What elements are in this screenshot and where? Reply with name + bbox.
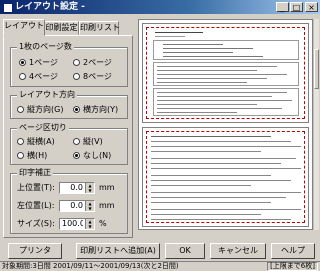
maximize-button[interactable]: □ <box>290 2 303 12</box>
status-period-text: 対象期間:3日間 2001/09/11〜2001/09/13(次と2日間) <box>2 262 179 270</box>
tab-print-settings[interactable]: 印刷設定 <box>44 21 79 35</box>
left-position-label: 左位置(L): <box>17 201 55 210</box>
size-spinbox[interactable]: ▲▼ <box>59 218 95 230</box>
radio-indicator <box>73 106 80 113</box>
radio-2-pages[interactable]: 2ページ <box>73 57 112 68</box>
radio-1-page[interactable]: 1ページ <box>19 57 58 68</box>
pages-per-sheet-legend: 1枚のページ数 <box>17 42 74 52</box>
preview-scrollbar[interactable] <box>313 19 319 230</box>
layout-direction-legend: レイアウト方向 <box>17 90 77 100</box>
print-correction-group: 印字補正 上位置(T): ▲▼ mm 左位置(L): ▲▼ mm サイズ(S):… <box>10 168 128 234</box>
top-position-label: 上位置(T): <box>17 183 55 192</box>
left-position-input[interactable] <box>60 201 85 211</box>
radio-4-pages[interactable]: 4ページ <box>19 71 58 82</box>
scrollbar-thumb[interactable] <box>314 49 319 89</box>
status-remaining-sheets: [上限まで6枚] <box>267 262 318 271</box>
radio-indicator <box>17 152 24 159</box>
cancel-button[interactable]: キャンセル <box>210 243 266 259</box>
radio-label: 横方向(Y) <box>83 105 119 114</box>
top-position-spin-arrows[interactable]: ▲ ▼ <box>85 183 94 193</box>
radio-indicator <box>73 152 80 159</box>
status-bar: 対象期間:3日間 2001/09/11〜2001/09/13(次と2日間) [上… <box>0 261 320 271</box>
radio-label: 4ページ <box>29 72 58 81</box>
radio-indicator <box>73 73 80 80</box>
radio-split-both[interactable]: 縦横(A) <box>17 136 55 147</box>
layout-settings-window: レイアウト設定 - _ □ × レイアウト 印刷設定 印刷リスト 1枚のページ数… <box>0 0 320 271</box>
radio-indicator <box>73 138 80 145</box>
radio-label: 縦横(A) <box>27 137 55 146</box>
radio-vertical-direction[interactable]: 縦方向(G) <box>17 104 63 115</box>
page-split-legend: ページ区切り <box>17 123 69 133</box>
left-position-spinbox[interactable]: ▲▼ <box>59 200 95 212</box>
title-bar[interactable]: レイアウト設定 - _ □ × <box>0 0 320 14</box>
radio-split-vertical[interactable]: 縦(V) <box>73 136 103 147</box>
print-preview-pane[interactable] <box>138 19 313 230</box>
minimize-button[interactable]: _ <box>276 2 289 12</box>
ok-button[interactable]: OK <box>165 243 205 259</box>
size-spin-arrows[interactable]: ▲ ▼ <box>85 219 94 229</box>
close-button[interactable]: × <box>305 2 318 12</box>
preview-page-2 <box>142 127 309 227</box>
radio-indicator <box>73 59 80 66</box>
radio-split-horizontal[interactable]: 横(H) <box>17 150 47 161</box>
app-icon <box>3 3 13 13</box>
size-unit: % <box>99 219 107 228</box>
top-position-input[interactable] <box>60 183 85 193</box>
left-position-spin-arrows[interactable]: ▲ ▼ <box>85 201 94 211</box>
add-to-print-list-button[interactable]: 印刷リストへ追加(A) <box>76 243 160 259</box>
radio-label: 縦方向(G) <box>27 105 64 114</box>
help-button[interactable]: ヘルプ <box>271 243 315 259</box>
layout-tab-panel: 1枚のページ数 1ページ 2ページ 4ページ 8ページ レイアウト方向 縦方向(… <box>3 35 133 238</box>
tab-print-list[interactable]: 印刷リスト <box>79 21 120 35</box>
radio-split-none[interactable]: なし(N) <box>73 150 111 161</box>
radio-label: 2ページ <box>83 58 112 67</box>
page-split-group: ページ区切り 縦横(A) 縦(V) 横(H) なし(N) <box>10 123 128 165</box>
top-position-unit: mm <box>99 183 115 192</box>
radio-horizontal-direction[interactable]: 横方向(Y) <box>73 104 118 115</box>
layout-direction-group: レイアウト方向 縦方向(G) 横方向(Y) <box>10 90 128 119</box>
size-input[interactable] <box>60 219 85 229</box>
pages-per-sheet-group: 1枚のページ数 1ページ 2ページ 4ページ 8ページ <box>10 42 128 87</box>
radio-label: 8ページ <box>83 72 112 81</box>
left-position-unit: mm <box>99 201 115 210</box>
radio-label: 横(H) <box>27 151 48 160</box>
radio-8-pages[interactable]: 8ページ <box>73 71 112 82</box>
radio-indicator <box>19 59 26 66</box>
radio-indicator <box>17 106 24 113</box>
radio-label: 縦(V) <box>83 137 103 146</box>
printer-button[interactable]: プリンタ <box>8 243 62 259</box>
top-position-spinbox[interactable]: ▲▼ <box>59 182 95 194</box>
print-correction-legend: 印字補正 <box>17 168 53 178</box>
tab-layout[interactable]: レイアウト <box>3 19 45 36</box>
window-title: レイアウト設定 - <box>15 2 85 12</box>
preview-page-1 <box>142 23 309 123</box>
radio-indicator <box>17 138 24 145</box>
radio-label: なし(N) <box>83 151 112 160</box>
size-label: サイズ(S): <box>17 219 55 228</box>
radio-label: 1ページ <box>29 58 58 67</box>
radio-indicator <box>19 73 26 80</box>
